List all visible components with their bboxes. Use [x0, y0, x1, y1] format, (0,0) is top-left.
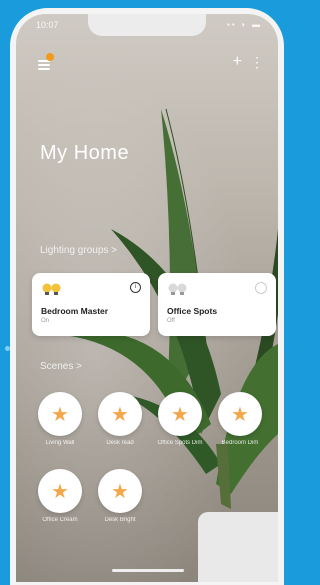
scene-desk-bright[interactable]: ★ Desk Bright [92, 469, 148, 524]
home-indicator[interactable] [112, 569, 184, 572]
lighting-group-card-bedroom[interactable]: i Bedroom Master On [32, 273, 150, 336]
scenes-link[interactable]: Scenes > [40, 361, 82, 372]
bulb-on-icon [42, 282, 62, 299]
star-icon: ★ [38, 392, 82, 436]
app-screen: 10:07 ▪▪ ◗ ▬ + ⋮ My Home Lighting groups… [16, 14, 278, 582]
star-icon: ★ [158, 392, 202, 436]
group-state: On [41, 318, 50, 324]
plus-icon[interactable]: + [233, 54, 242, 70]
notch [88, 14, 206, 36]
plant-pot [198, 512, 278, 582]
scene-office-spots-dim[interactable]: ★ Office Spots Dim [152, 392, 208, 447]
scene-label: Living Wall [45, 440, 75, 446]
group-name: Office Spots [167, 306, 218, 316]
scene-living-wall[interactable]: ★ Living Wall [32, 392, 88, 447]
status-time: 10:07 [36, 20, 59, 30]
scene-label: Desk read [106, 440, 134, 446]
group-name: Bedroom Master [41, 306, 109, 316]
info-icon[interactable]: i [130, 282, 141, 293]
scene-office-cream[interactable]: ★ Office Cream [32, 469, 88, 524]
scene-label: Office Cream [42, 517, 78, 523]
scene-desk-read[interactable]: ★ Desk read [92, 392, 148, 447]
scene-label: Bedroom Dim [221, 440, 259, 446]
star-icon: ★ [98, 469, 142, 513]
star-icon: ★ [218, 392, 262, 436]
home-title: My Home [40, 142, 130, 164]
status-icons: ▪▪ ◗ ▬ [227, 20, 262, 29]
bulb-off-icon [168, 282, 188, 299]
scene-label: Desk Bright [104, 517, 136, 523]
scene-bedroom-dim[interactable]: ★ Bedroom Dim [212, 392, 268, 447]
power-toggle-icon[interactable] [255, 282, 267, 294]
lighting-groups-link[interactable]: Lighting groups > [40, 245, 117, 256]
more-icon[interactable]: ⋮ [250, 54, 264, 70]
star-icon: ★ [98, 392, 142, 436]
scene-label: Office Spots Dim [157, 440, 203, 446]
lighting-group-card-office[interactable]: Office Spots Off [158, 273, 276, 336]
group-state: Off [167, 318, 175, 324]
menu-icon[interactable] [38, 60, 52, 70]
notification-dot [46, 53, 54, 61]
star-icon: ★ [38, 469, 82, 513]
